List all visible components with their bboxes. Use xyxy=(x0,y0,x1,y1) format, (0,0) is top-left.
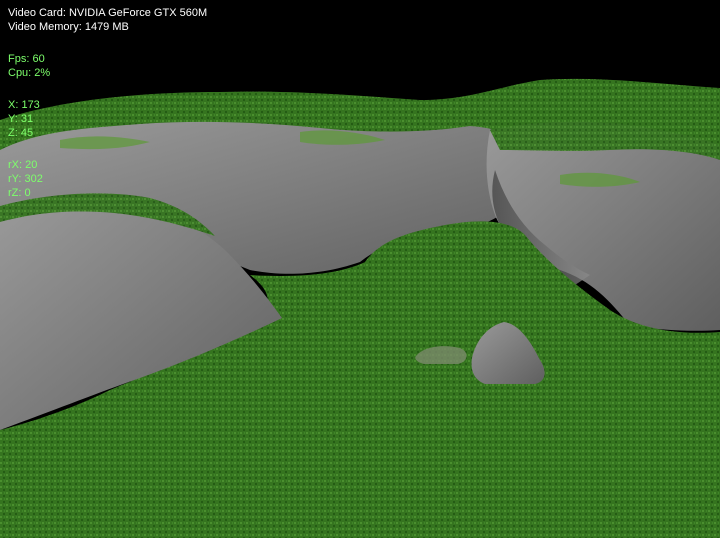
hud-fps: Fps: 60 xyxy=(8,53,45,65)
game-viewport[interactable]: Video Card: NVIDIA GeForce GTX 560M Vide… xyxy=(0,0,720,538)
hud-rot-y: rY: 302 xyxy=(8,173,43,185)
debug-hud: Video Card: NVIDIA GeForce GTX 560M Vide… xyxy=(8,6,207,200)
hud-video-memory: Video Memory: 1479 MB xyxy=(8,21,129,33)
hud-pos-z: Z: 45 xyxy=(8,127,34,139)
hud-pos-y: Y: 31 xyxy=(8,113,34,125)
hud-pos-x: X: 173 xyxy=(8,99,40,111)
hud-video-card: Video Card: NVIDIA GeForce GTX 560M xyxy=(8,7,208,19)
hud-rot-x: rX: 20 xyxy=(8,159,38,171)
hud-rot-z: rZ: 0 xyxy=(8,187,31,199)
hud-cpu: Cpu: 2% xyxy=(8,67,51,79)
